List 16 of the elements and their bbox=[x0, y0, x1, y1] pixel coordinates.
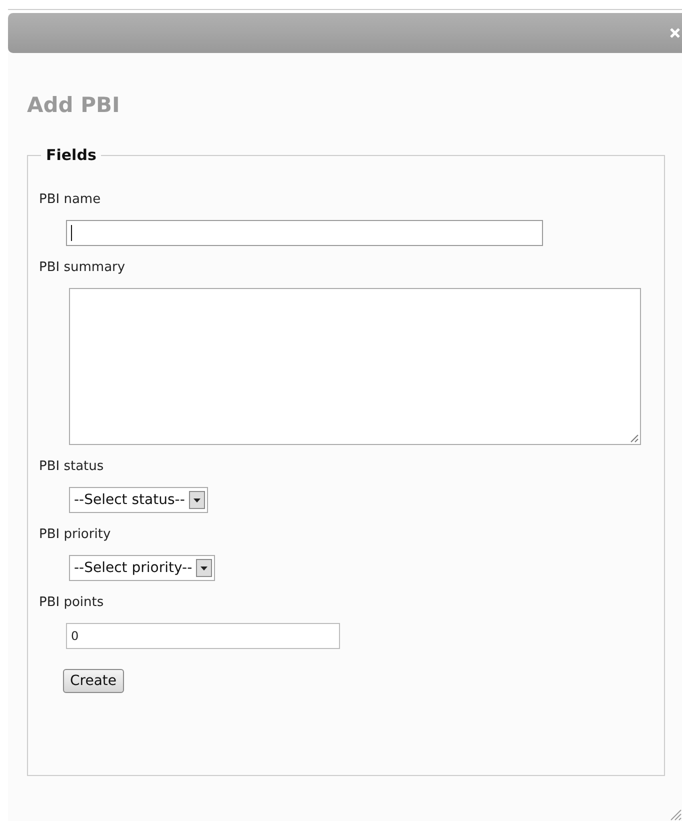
field-label: PBI summary bbox=[39, 260, 126, 276]
field-label: PBI priority bbox=[39, 527, 112, 543]
close-icon[interactable] bbox=[670, 28, 680, 38]
textarea-field[interactable] bbox=[69, 288, 641, 445]
input-field[interactable]: 0 bbox=[66, 623, 340, 649]
resize-grip-icon[interactable] bbox=[670, 809, 682, 821]
resize-grip-icon[interactable] bbox=[630, 434, 639, 443]
dropdown[interactable]: --Select status-- bbox=[69, 487, 208, 513]
field-label: PBI name bbox=[39, 192, 102, 208]
field-label: PBI status bbox=[39, 459, 105, 475]
input-field[interactable] bbox=[66, 220, 543, 246]
field-label: PBI points bbox=[39, 595, 105, 611]
create-button[interactable]: Create bbox=[63, 669, 124, 693]
fieldset-legend: Fields bbox=[41, 146, 102, 164]
dropdown[interactable]: --Select priority-- bbox=[69, 555, 216, 581]
dialog-title: Add PBI bbox=[26, 92, 121, 119]
